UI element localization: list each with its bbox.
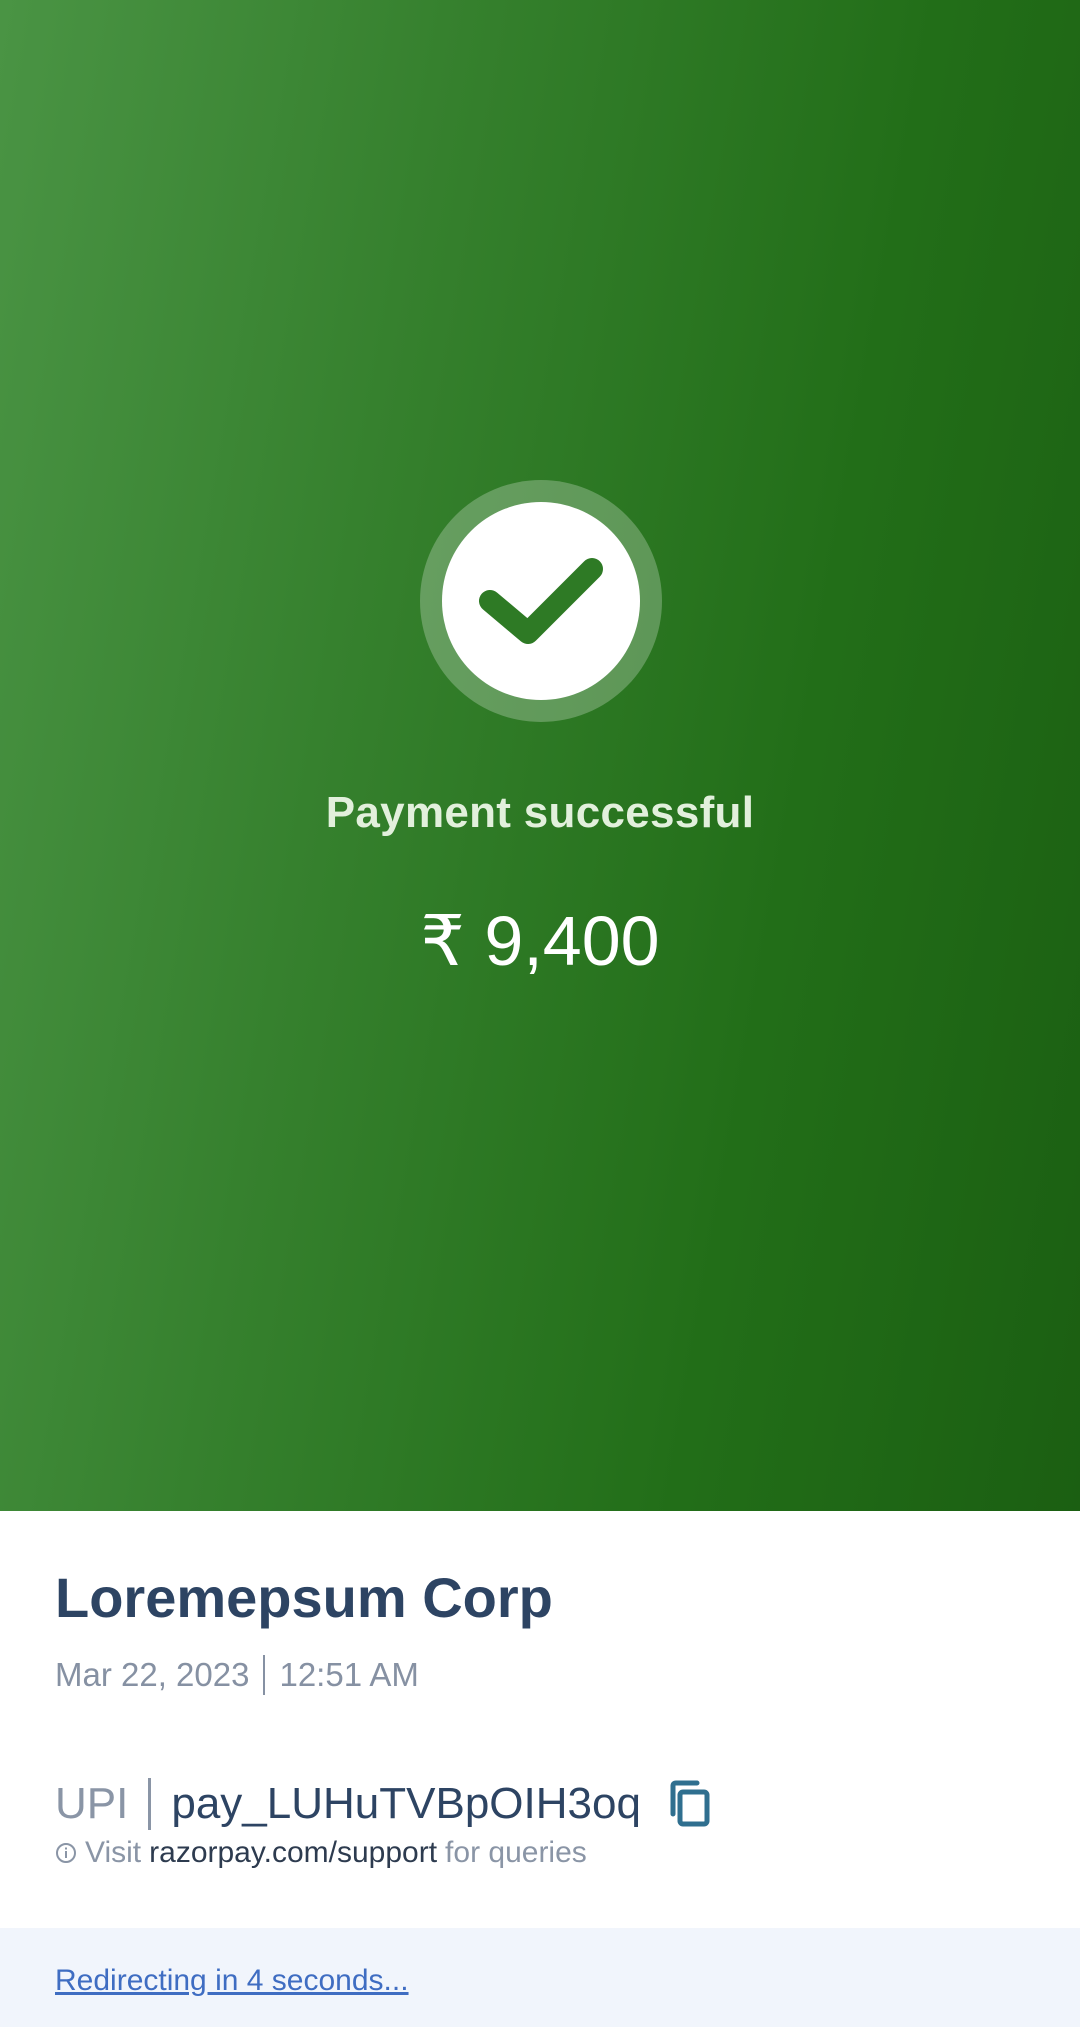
redirect-footer: Redirecting in 4 seconds...	[0, 1928, 1080, 2027]
checkmark-icon	[479, 558, 603, 644]
support-link[interactable]: razorpay.com/support	[149, 1836, 437, 1870]
check-disc	[442, 502, 640, 700]
payment-date: Mar 22, 2023	[55, 1656, 250, 1693]
divider	[263, 1655, 266, 1695]
payment-status: Payment successful	[325, 788, 755, 837]
support-suffix: for queries	[445, 1836, 587, 1869]
payment-time: 12:51 AM	[279, 1656, 419, 1693]
redirect-link[interactable]: Redirecting in 4 seconds...	[55, 1964, 409, 1998]
copy-icon[interactable]	[669, 1780, 711, 1828]
payment-amount: ₹ 9,400	[420, 902, 660, 980]
merchant-name: Loremepsum Corp	[55, 1566, 553, 1629]
support-prefix: Visit	[85, 1836, 142, 1869]
check-circle-icon	[420, 480, 662, 722]
divider	[148, 1778, 152, 1830]
info-icon	[56, 1843, 76, 1863]
payment-datetime: Mar 22, 2023 12:51 AM	[55, 1655, 419, 1695]
payment-id-row: UPI pay_LUHuTVBpOIH3oq	[55, 1776, 711, 1832]
success-banner: Payment successful ₹ 9,400	[0, 0, 1080, 1511]
support-note: Visit razorpay.com/support for queries	[55, 1836, 587, 1870]
payment-id: pay_LUHuTVBpOIH3oq	[171, 1779, 641, 1828]
payment-method: UPI	[55, 1779, 129, 1828]
